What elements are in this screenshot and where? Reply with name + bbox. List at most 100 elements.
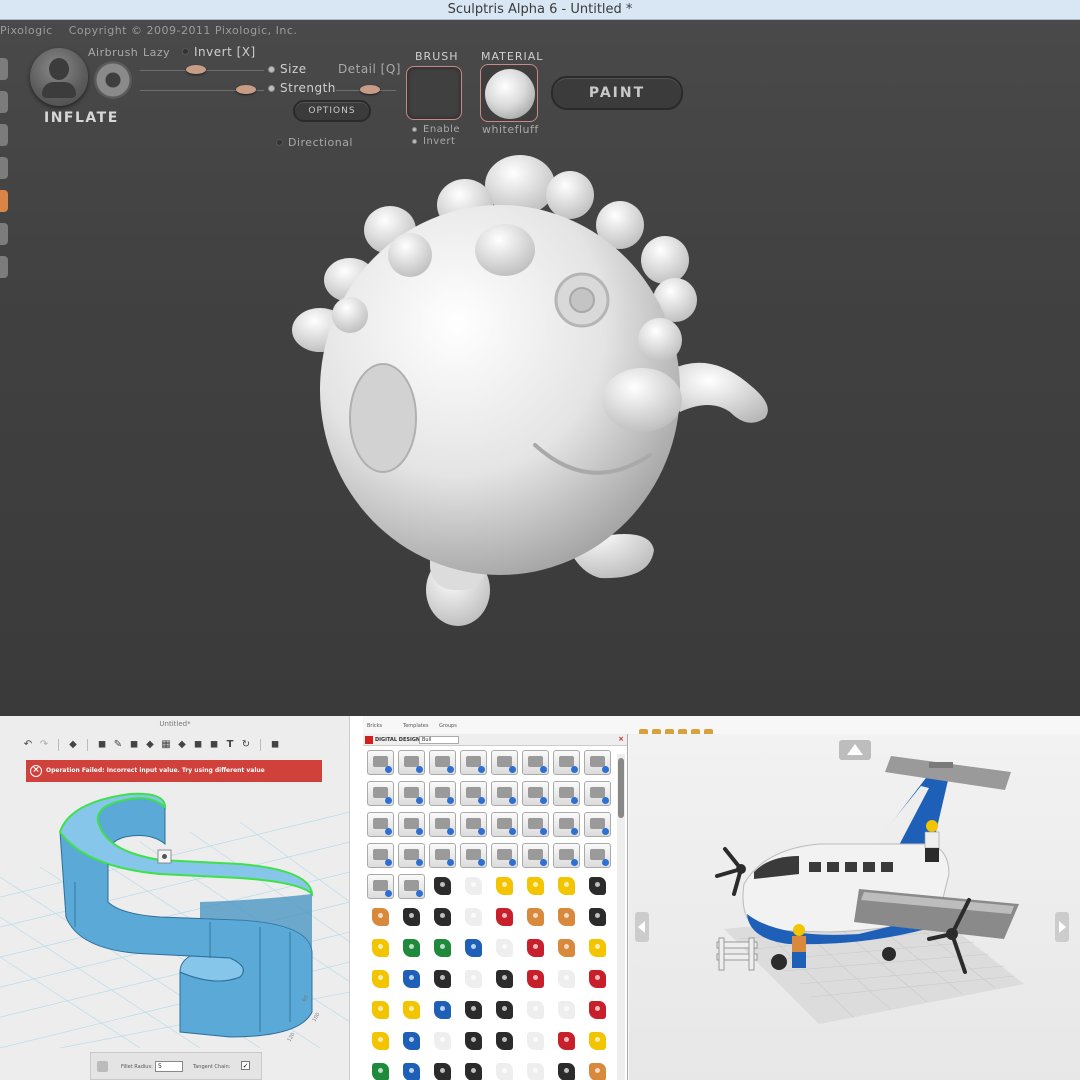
airbrush-label[interactable]: Airbrush	[88, 46, 138, 59]
brick-part-icon[interactable]	[367, 998, 394, 1023]
invert-radio[interactable]	[182, 48, 189, 55]
tool-slot[interactable]	[0, 124, 8, 146]
brick-part-icon[interactable]	[429, 936, 456, 961]
invert-label[interactable]: Invert [X]	[194, 45, 256, 59]
paint-button[interactable]: PAINT	[551, 76, 683, 110]
brick-part-icon[interactable]	[398, 874, 425, 899]
brick-part-icon[interactable]	[398, 750, 425, 775]
directional-radio[interactable]	[276, 139, 283, 146]
brick-part-icon[interactable]	[367, 812, 394, 837]
brick-part-icon[interactable]	[491, 936, 518, 961]
brick-part-icon[interactable]	[460, 998, 487, 1023]
brick-part-icon[interactable]	[553, 967, 580, 992]
brick-part-icon[interactable]	[491, 1029, 518, 1054]
brick-part-icon[interactable]	[398, 781, 425, 806]
brick-part-icon[interactable]	[522, 812, 549, 837]
brick-part-icon[interactable]	[367, 781, 394, 806]
brick-part-icon[interactable]	[584, 998, 611, 1023]
brick-part-icon[interactable]	[398, 812, 425, 837]
pattern-icon[interactable]: ▦	[160, 739, 172, 751]
brick-part-icon[interactable]	[584, 1029, 611, 1054]
brick-part-icon[interactable]	[429, 967, 456, 992]
close-icon[interactable]: ×	[618, 735, 624, 743]
brick-part-icon[interactable]	[584, 1060, 611, 1080]
brick-part-icon[interactable]	[491, 781, 518, 806]
detail-slider-knob[interactable]	[360, 85, 380, 94]
brick-part-icon[interactable]	[584, 843, 611, 868]
brick-part-icon[interactable]	[553, 750, 580, 775]
tool-slot-active[interactable]	[0, 190, 8, 212]
brick-part-icon[interactable]	[429, 905, 456, 930]
lego-model-scene[interactable]	[629, 734, 1080, 1080]
tab-templates[interactable]: Templates	[403, 723, 428, 729]
brick-part-icon[interactable]	[367, 750, 394, 775]
tool-ring-icon[interactable]	[94, 61, 132, 99]
brick-part-icon[interactable]	[460, 905, 487, 930]
brick-part-icon[interactable]	[460, 1060, 487, 1080]
palette-scrollbar-thumb[interactable]	[618, 758, 624, 818]
brick-part-icon[interactable]	[584, 781, 611, 806]
brick-part-icon[interactable]	[367, 1029, 394, 1054]
brick-part-icon[interactable]	[553, 843, 580, 868]
brick-part-icon[interactable]	[460, 967, 487, 992]
brick-part-icon[interactable]	[584, 750, 611, 775]
modify-icon[interactable]: ◆	[144, 739, 156, 751]
transform-icon[interactable]: ◆	[67, 739, 79, 751]
brick-part-icon[interactable]	[584, 812, 611, 837]
brick-part-icon[interactable]	[398, 998, 425, 1023]
sculpt-model[interactable]	[270, 150, 790, 640]
brick-part-icon[interactable]	[491, 905, 518, 930]
tool-slot[interactable]	[0, 58, 8, 80]
brick-part-icon[interactable]	[367, 905, 394, 930]
brick-part-icon[interactable]	[398, 967, 425, 992]
brick-part-icon[interactable]	[522, 936, 549, 961]
brick-part-icon[interactable]	[522, 781, 549, 806]
strength-radio[interactable]	[268, 85, 275, 92]
brick-part-icon[interactable]	[522, 1029, 549, 1054]
size-slider-knob[interactable]	[186, 65, 206, 74]
brick-part-icon[interactable]	[553, 812, 580, 837]
brick-part-icon[interactable]	[491, 750, 518, 775]
brick-part-icon[interactable]	[553, 874, 580, 899]
combine-icon[interactable]: ◼	[192, 739, 204, 751]
undo-icon[interactable]: ↶	[22, 739, 34, 751]
brick-part-icon[interactable]	[429, 1060, 456, 1080]
brick-part-icon[interactable]	[367, 967, 394, 992]
brick-part-icon[interactable]	[460, 750, 487, 775]
brick-part-icon[interactable]	[491, 967, 518, 992]
brick-part-icon[interactable]	[460, 812, 487, 837]
brick-part-icon[interactable]	[460, 781, 487, 806]
fillet-tool-icon[interactable]	[97, 1061, 108, 1072]
brick-part-icon[interactable]	[584, 967, 611, 992]
sketch-icon[interactable]: ✎	[112, 739, 124, 751]
brick-part-icon[interactable]	[553, 1060, 580, 1080]
brush-swatch[interactable]	[406, 66, 462, 120]
brick-part-icon[interactable]	[553, 781, 580, 806]
tab-bricks[interactable]: Bricks	[367, 723, 382, 729]
brick-part-icon[interactable]	[584, 874, 611, 899]
construct-icon[interactable]: ◼	[128, 739, 140, 751]
grouping-icon[interactable]: ◆	[176, 739, 188, 751]
brick-part-icon[interactable]	[491, 874, 518, 899]
brick-part-icon[interactable]	[367, 874, 394, 899]
brick-part-icon[interactable]	[429, 998, 456, 1023]
brick-part-icon[interactable]	[460, 843, 487, 868]
design-viewport[interactable]: 60 100 120	[0, 782, 350, 1048]
brick-part-icon[interactable]	[522, 967, 549, 992]
brick-part-icon[interactable]	[429, 874, 456, 899]
brick-part-icon[interactable]	[491, 998, 518, 1023]
snap-icon[interactable]: ↻	[240, 739, 252, 751]
tool-slot[interactable]	[0, 256, 8, 278]
options-button[interactable]: OPTIONS	[293, 100, 371, 122]
material-icon[interactable]: ◼	[269, 739, 281, 751]
camera-right-button[interactable]	[1055, 912, 1069, 942]
tool-slot[interactable]	[0, 91, 8, 113]
material-swatch[interactable]	[480, 64, 538, 122]
brick-part-icon[interactable]	[398, 905, 425, 930]
directional-label[interactable]: Directional	[288, 136, 353, 149]
brick-part-icon[interactable]	[367, 843, 394, 868]
brick-part-icon[interactable]	[429, 843, 456, 868]
brick-part-icon[interactable]	[522, 1060, 549, 1080]
brick-part-icon[interactable]	[460, 936, 487, 961]
brick-part-icon[interactable]	[522, 998, 549, 1023]
